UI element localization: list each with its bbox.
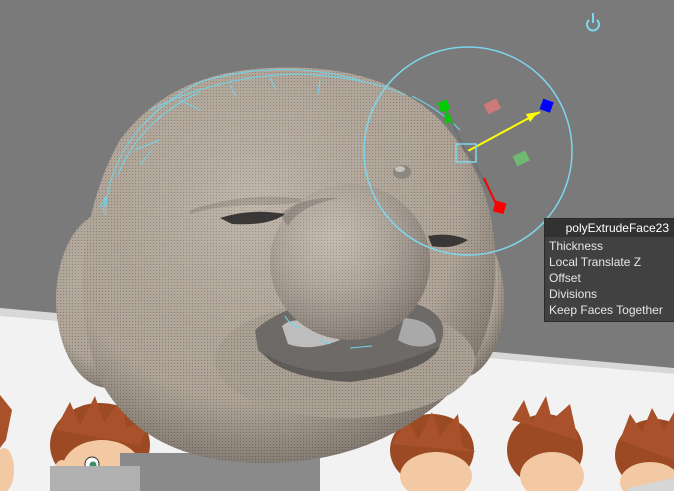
- hud-item-offset[interactable]: Offset: [545, 270, 674, 286]
- hud-node-title[interactable]: polyExtrudeFace23: [545, 219, 674, 237]
- pivot-power-icon[interactable]: [585, 12, 601, 34]
- hud-attribute-list: Thickness Local Translate Z Offset Divis…: [545, 237, 674, 321]
- hud-item-thickness[interactable]: Thickness: [545, 238, 674, 254]
- hud-item-divisions[interactable]: Divisions: [545, 286, 674, 302]
- 3d-viewport[interactable]: polyExtrudeFace23 Thickness Local Transl…: [0, 0, 674, 491]
- channel-box-hud[interactable]: polyExtrudeFace23 Thickness Local Transl…: [544, 218, 674, 322]
- hud-item-keep-faces-together[interactable]: Keep Faces Together: [545, 302, 674, 318]
- hud-item-local-translate-z[interactable]: Local Translate Z: [545, 254, 674, 270]
